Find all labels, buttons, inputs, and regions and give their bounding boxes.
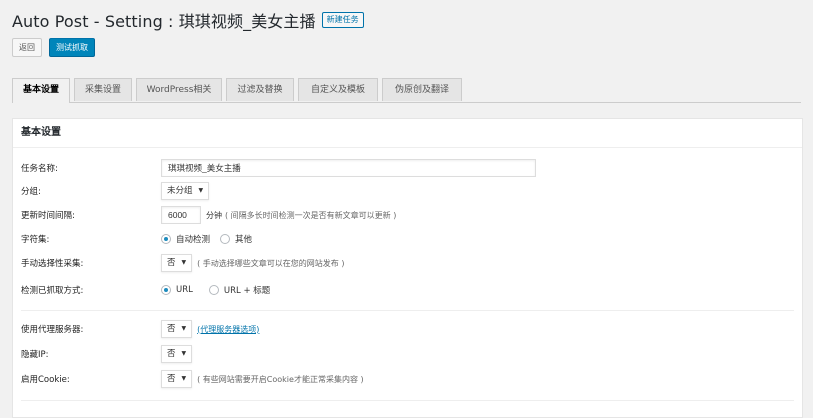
charset-other-radio[interactable] xyxy=(220,234,231,244)
charset-other-label: 其他 xyxy=(235,235,253,245)
proxy-select-value: 否 xyxy=(167,324,176,334)
interval-row: 更新时间间隔: 分钟 ( 间隔多长时间检测一次是否有新文章可以更新 ) xyxy=(21,205,791,225)
hide-ip-label: 隐藏IP: xyxy=(21,350,49,360)
proxy-options-link[interactable]: (代理服务器选项) xyxy=(197,325,259,334)
proxy-label: 使用代理服务器: xyxy=(21,325,84,335)
task-name-label: 任务名称: xyxy=(21,164,58,174)
manual-select-dropdown[interactable]: 否 ▼ xyxy=(161,254,193,272)
proxy-row: 使用代理服务器: 否 ▼ (代理服务器选项) xyxy=(21,319,791,339)
interval-input[interactable] xyxy=(161,206,201,224)
hide-ip-row: 隐藏IP: 否 ▼ xyxy=(21,344,791,364)
task-name-input[interactable] xyxy=(161,159,536,177)
detect-url-label: URL xyxy=(176,285,193,295)
tab-basic-settings[interactable]: 基本设置 xyxy=(12,78,70,103)
cookie-row: 启用Cookie: 否 ▼ ( 有些网站需要开启Cookie才能正常采集内容 ) xyxy=(21,369,791,389)
detect-url-title-label: URL + 标题 xyxy=(223,286,271,296)
group-label: 分组: xyxy=(21,187,41,197)
detect-url-title-radio[interactable] xyxy=(208,285,219,295)
section-divider xyxy=(21,310,794,311)
settings-tabs: 基本设置 采集设置 WordPress相关 过滤及替换 自定义及模板 伪原创及翻… xyxy=(12,78,801,103)
chevron-down-icon: ▼ xyxy=(198,187,204,194)
interval-hint: ( 间隔多长时间检测一次是否有新文章可以更新 ) xyxy=(225,210,397,220)
panel-title: 基本设置 xyxy=(13,119,802,148)
page-header: Auto Post - Setting : 琪琪视频_美女主播 新建任务 xyxy=(12,8,364,32)
charset-auto-label: 自动检测 xyxy=(176,235,211,245)
tab-filter-replace[interactable]: 过滤及替换 xyxy=(226,78,294,101)
cookie-select-value: 否 xyxy=(167,374,176,384)
chevron-down-icon: ▼ xyxy=(181,375,187,382)
back-button[interactable]: 返回 xyxy=(12,38,42,57)
section-divider xyxy=(21,400,794,401)
cookie-select[interactable]: 否 ▼ xyxy=(161,370,193,388)
group-row: 分组: 未分组 ▼ xyxy=(21,181,791,201)
page-title: Auto Post - Setting : 琪琪视频_美女主播 xyxy=(12,12,316,31)
chevron-down-icon: ▼ xyxy=(181,325,187,332)
proxy-select[interactable]: 否 ▼ xyxy=(161,320,193,338)
tab-wordpress[interactable]: WordPress相关 xyxy=(136,78,222,101)
hide-ip-select-value: 否 xyxy=(167,349,176,359)
interval-unit: 分钟 xyxy=(206,210,222,220)
tab-collect-settings[interactable]: 采集设置 xyxy=(74,78,132,101)
manual-select-hint: ( 手动选择哪些文章可以在您的网站发布 ) xyxy=(197,258,345,268)
charset-row: 字符集: 自动检测 其他 xyxy=(21,229,791,249)
tab-custom-template[interactable]: 自定义及模板 xyxy=(298,78,378,101)
manual-select-label: 手动选择性采集: xyxy=(21,259,84,269)
interval-label: 更新时间间隔: xyxy=(21,211,75,221)
group-select-value: 未分组 xyxy=(167,186,193,196)
hide-ip-select[interactable]: 否 ▼ xyxy=(161,345,193,363)
detect-url-radio[interactable] xyxy=(161,285,171,295)
test-fetch-button[interactable]: 测试抓取 xyxy=(49,38,95,57)
manual-select-row: 手动选择性采集: 否 ▼ ( 手动选择哪些文章可以在您的网站发布 ) xyxy=(21,253,791,273)
detect-method-label: 检测已抓取方式: xyxy=(21,286,84,296)
detect-method-row: 检测已抓取方式: URL URL + 标题 xyxy=(21,280,791,300)
tab-pseudo-original-translate[interactable]: 伪原创及翻译 xyxy=(382,78,462,101)
add-new-task-button[interactable]: 新建任务 xyxy=(321,12,364,28)
charset-label: 字符集: xyxy=(21,235,50,245)
settings-panel: 基本设置 任务名称: 分组: 未分组 ▼ 更新时间间隔: 分钟 ( 间隔多长时间… xyxy=(12,118,803,418)
manual-select-value: 否 xyxy=(167,258,176,268)
cookie-label: 启用Cookie: xyxy=(21,375,70,385)
chevron-down-icon: ▼ xyxy=(181,350,187,357)
task-name-row: 任务名称: xyxy=(21,158,791,178)
cookie-hint: ( 有些网站需要开启Cookie才能正常采集内容 ) xyxy=(197,374,364,384)
group-select[interactable]: 未分组 ▼ xyxy=(161,182,210,200)
action-buttons: 返回 测试抓取 xyxy=(12,38,95,57)
chevron-down-icon: ▼ xyxy=(181,259,187,266)
charset-auto-radio[interactable] xyxy=(161,234,171,244)
